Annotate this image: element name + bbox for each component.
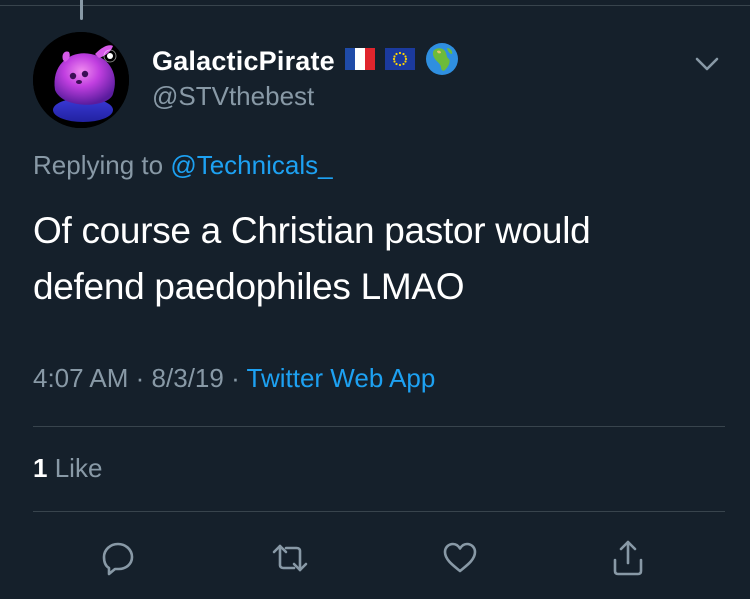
flag-france-icon [344, 47, 375, 75]
retweet-icon[interactable] [270, 538, 310, 578]
divider [33, 426, 725, 427]
tweet-text-line-1: Of course a Christian pastor would [33, 210, 591, 251]
meta-separator: · [231, 363, 240, 393]
author-display-name[interactable]: GalacticPirate [152, 46, 335, 77]
share-icon[interactable] [608, 538, 648, 578]
globe-africa-icon [425, 42, 459, 81]
tweet-source[interactable]: Twitter Web App [247, 363, 436, 393]
tweet-text: Of course a Christian pastor would defen… [33, 203, 723, 315]
replying-to-line: Replying to @Technicals_ [33, 150, 333, 181]
author-handle[interactable]: @STVthebest [152, 81, 314, 112]
reply-icon[interactable] [98, 538, 138, 578]
replying-to-mention[interactable]: @Technicals_ [170, 150, 332, 180]
meta-separator: · [135, 363, 145, 393]
tweet-date[interactable]: 8/3/19 [152, 363, 224, 393]
author-name-row[interactable]: GalacticPirate [152, 42, 459, 81]
replying-to-prefix: Replying to [33, 150, 164, 180]
likes-count-link[interactable]: 1 Like [33, 453, 102, 484]
flag-eu-icon [384, 47, 415, 75]
tweet-detail-screen: GalacticPirate @STVthebest Replying to @… [0, 0, 750, 599]
avatar-image [33, 32, 129, 128]
tweet-meta: 4:07 AM · 8/3/19 · Twitter Web App [33, 363, 435, 394]
avatar[interactable] [33, 32, 129, 128]
divider [33, 511, 725, 512]
like-label: Like [54, 453, 103, 483]
like-count: 1 [33, 453, 48, 483]
thread-connector-line [80, 0, 83, 20]
chevron-down-icon[interactable] [692, 52, 722, 76]
tweet-text-line-2: defend paedophiles LMAO [33, 266, 465, 307]
like-icon[interactable] [440, 538, 480, 578]
tweet-time[interactable]: 4:07 AM [33, 363, 128, 393]
top-divider [0, 5, 750, 6]
